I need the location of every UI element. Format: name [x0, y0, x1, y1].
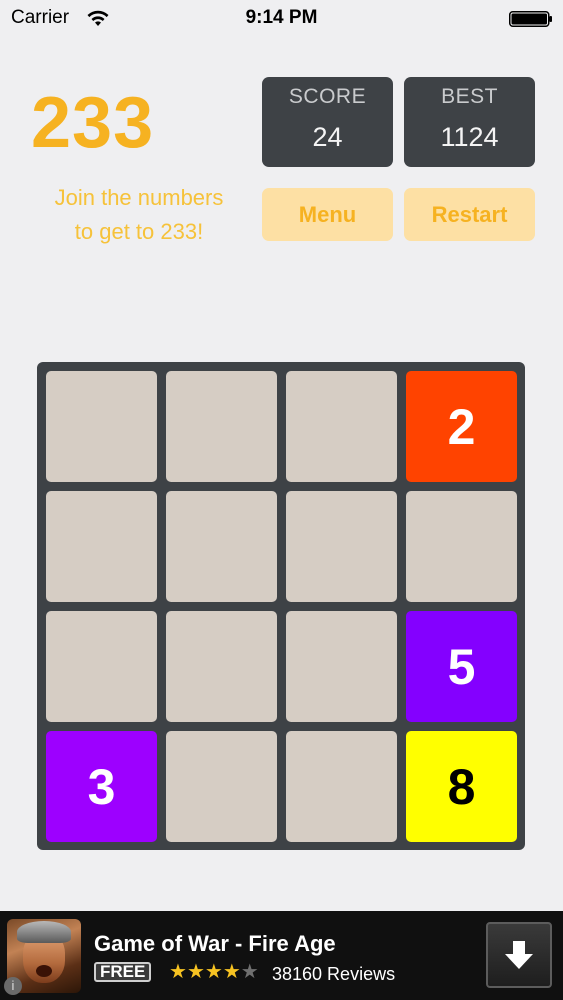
tile-empty	[46, 611, 157, 722]
ad-download-button[interactable]	[486, 922, 552, 988]
tile-empty	[166, 731, 277, 842]
star-icon: ★	[240, 961, 259, 983]
ad-app-name[interactable]: Game of War - Fire Age	[94, 931, 336, 957]
restart-button[interactable]: Restart	[404, 188, 535, 241]
tagline: Join the numbers to get to 233!	[30, 181, 248, 249]
tile-empty	[46, 491, 157, 602]
tile-empty	[166, 371, 277, 482]
info-icon[interactable]: i	[4, 977, 22, 995]
best-value: 1124	[440, 122, 499, 152]
score-value: 24	[312, 122, 343, 152]
ad-rating-stars: ★★★★★	[169, 962, 259, 982]
game-board[interactable]: 2 5 3 8	[37, 362, 525, 850]
tile-empty	[286, 731, 397, 842]
tile-empty	[166, 611, 277, 722]
menu-button[interactable]: Menu	[262, 188, 393, 241]
tile-2: 2	[406, 371, 517, 482]
tile-empty	[406, 491, 517, 602]
best-score-box: BEST 1124	[404, 77, 535, 167]
star-icon: ★	[186, 961, 205, 983]
star-icon: ★	[222, 961, 241, 983]
tile-8: 8	[406, 731, 517, 842]
ad-review-count: 38160 Reviews	[272, 964, 396, 984]
game-title: 233	[31, 83, 155, 163]
ad-price-badge: FREE	[94, 962, 152, 982]
download-arrow-icon	[505, 941, 533, 969]
tile-3: 3	[46, 731, 157, 842]
star-icon: ★	[204, 961, 223, 983]
status-time: 9:14 PM	[245, 7, 318, 28]
tile-empty	[286, 611, 397, 722]
status-bar: Carrier 9:14 PM	[0, 0, 563, 38]
score-box: SCORE 24	[262, 77, 393, 167]
tile-empty	[166, 491, 277, 602]
star-icon: ★	[169, 961, 187, 983]
tile-5: 5	[406, 611, 517, 722]
battery-icon	[509, 11, 552, 27]
tagline-line-1: Join the numbers	[54, 185, 224, 210]
tile-empty	[286, 371, 397, 482]
tile-empty	[46, 371, 157, 482]
tagline-line-2: to get to 233!	[74, 219, 204, 244]
best-label: BEST	[441, 85, 498, 108]
tile-empty	[286, 491, 397, 602]
score-label: SCORE	[288, 85, 367, 108]
